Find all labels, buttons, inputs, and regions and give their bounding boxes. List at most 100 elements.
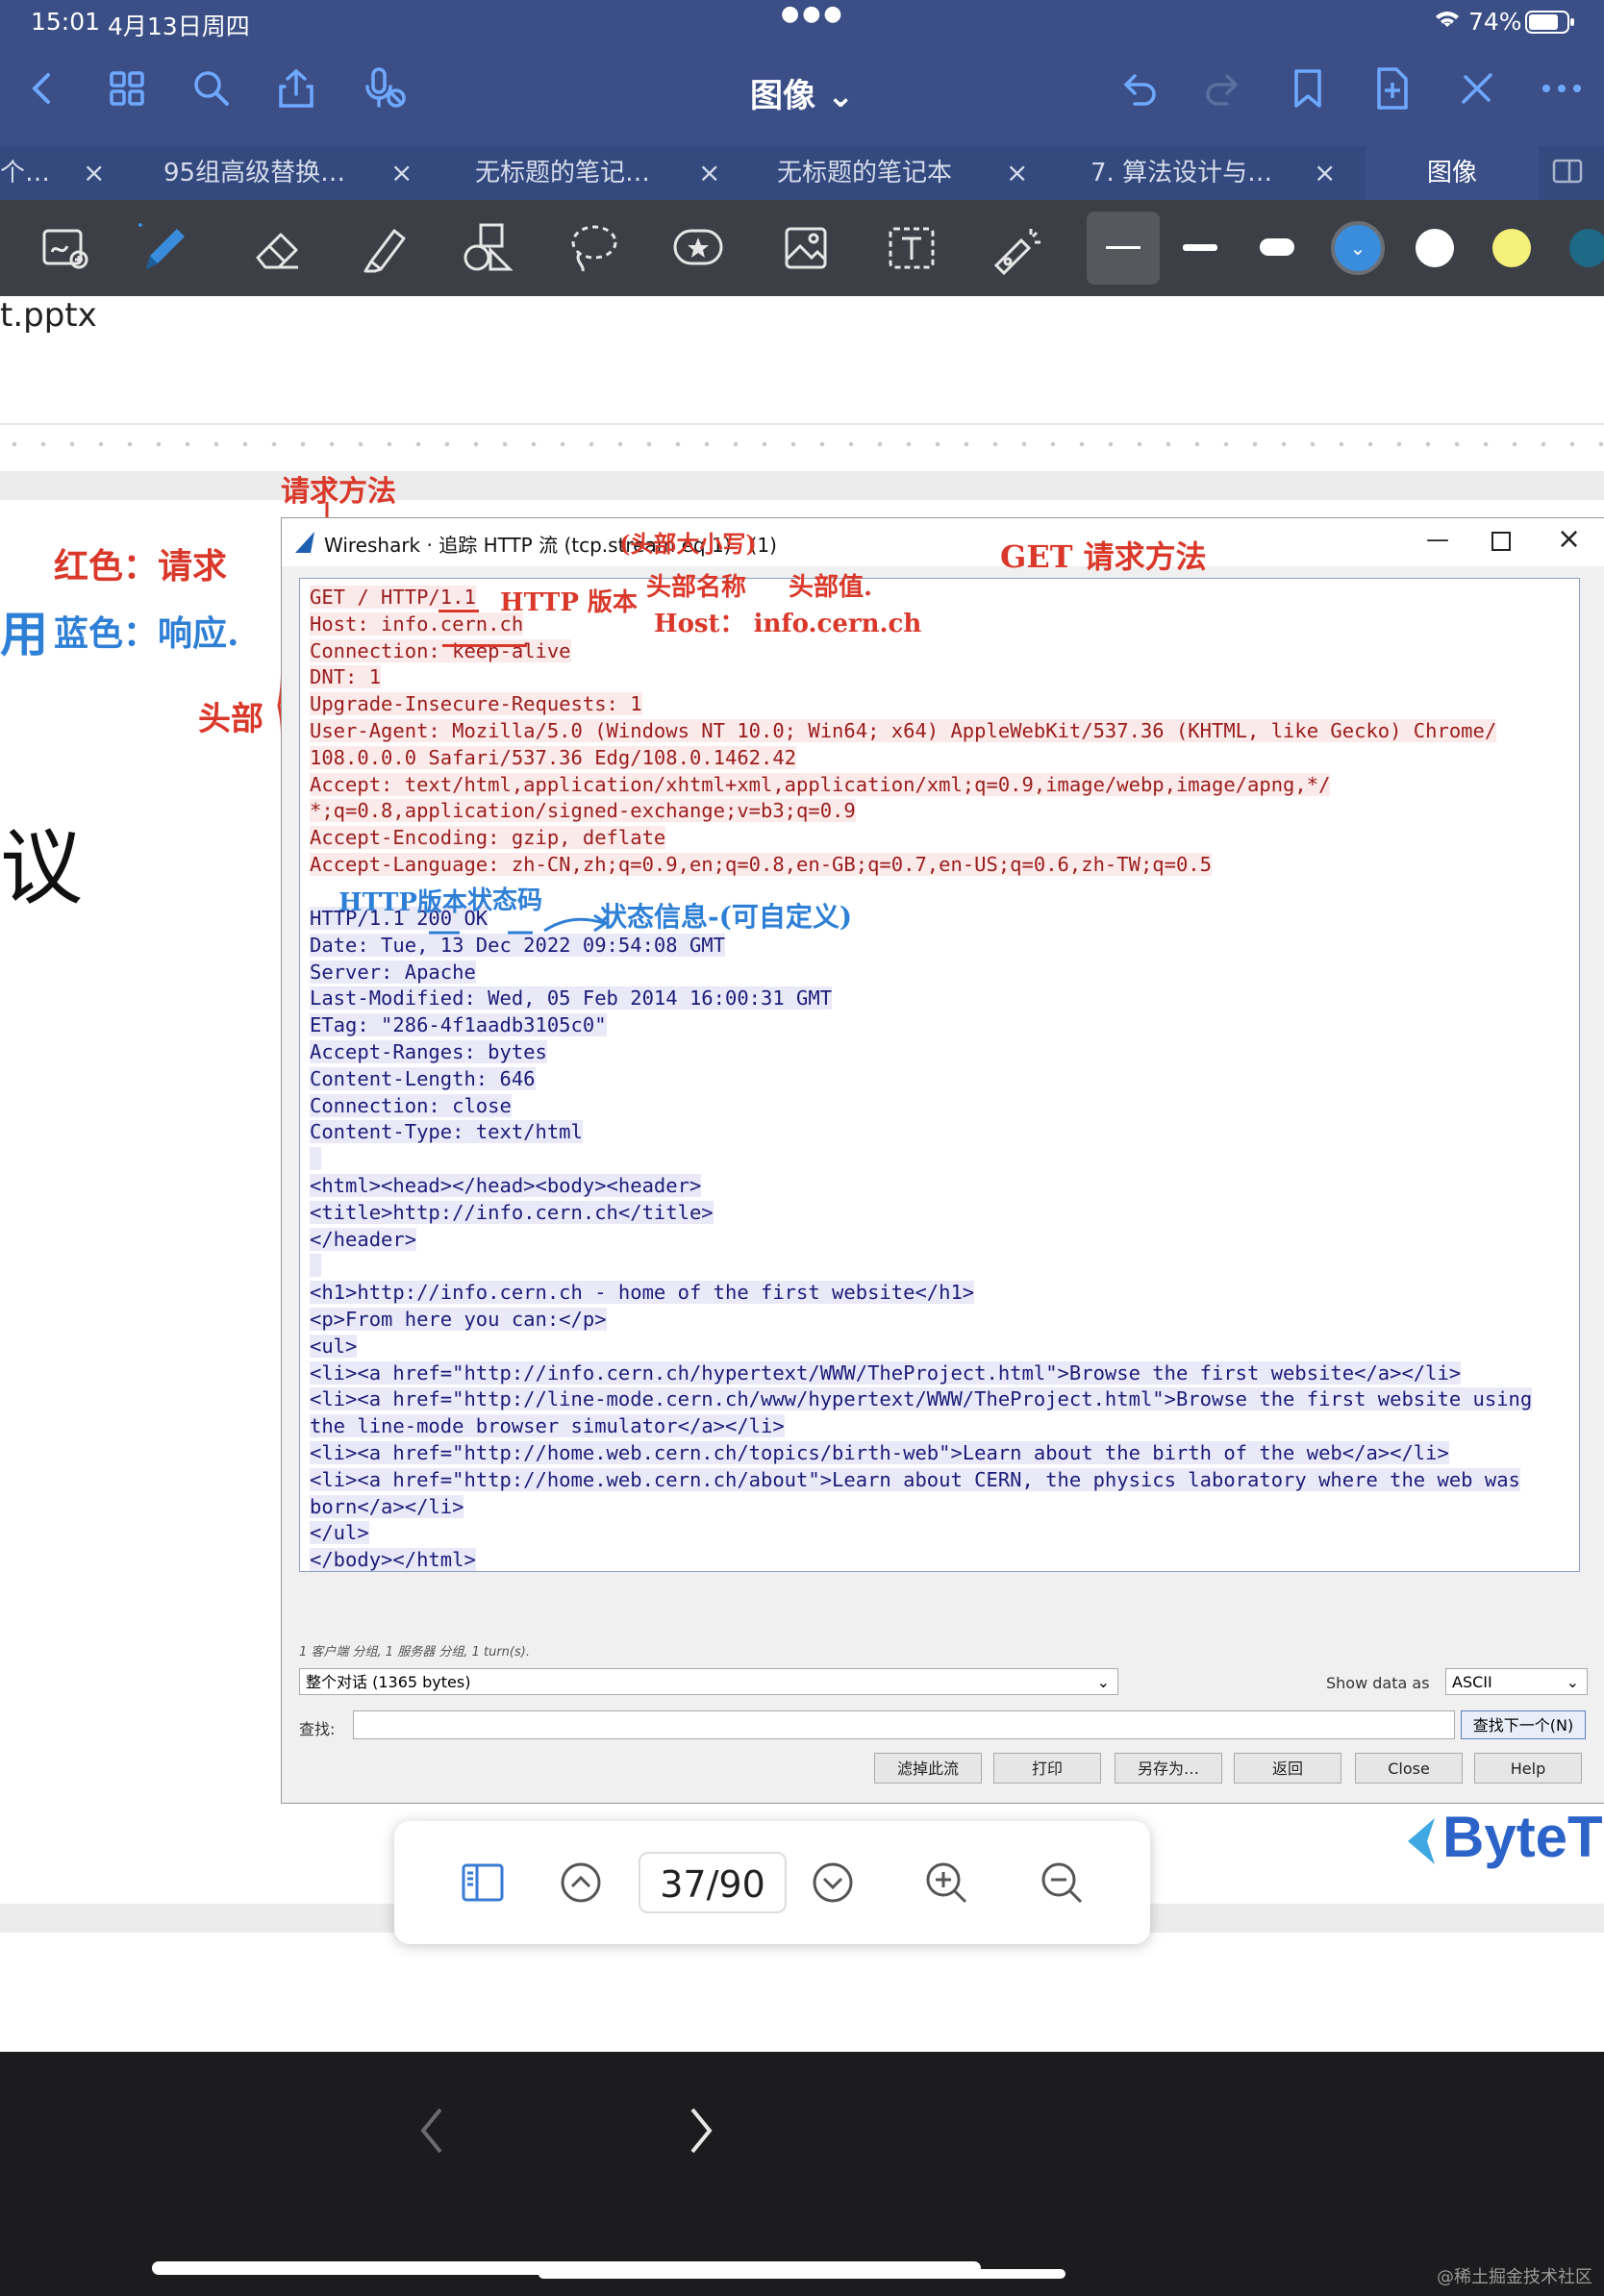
response-line: <h1>http://info.cern.ch - home of the fi… <box>310 1281 975 1305</box>
tab-5[interactable]: 7. 算法设计与… <box>1090 146 1283 200</box>
redo-icon[interactable] <box>1198 63 1248 113</box>
previous-page-icon[interactable] <box>414 2102 452 2163</box>
zoom-out-icon[interactable] <box>1035 1856 1089 1909</box>
response-text-block: HTTP/1.1 200 OK Date: Tue, 13 Dec 2022 09… <box>310 906 1533 1574</box>
highlighter-icon[interactable] <box>354 217 415 279</box>
response-line: </header> <box>310 1227 417 1251</box>
text-tool-icon[interactable] <box>881 217 942 279</box>
back-button[interactable]: 返回 <box>1234 1753 1341 1784</box>
print-button[interactable]: 打印 <box>993 1753 1101 1784</box>
zoom-window-icon[interactable] <box>35 217 96 279</box>
save-as-button[interactable]: 另存为… <box>1115 1753 1222 1784</box>
lasso-icon[interactable] <box>562 217 623 279</box>
tab-3[interactable]: 无标题的笔记… <box>475 146 667 200</box>
pen-tool-icon[interactable] <box>133 217 194 279</box>
laser-pointer-icon[interactable] <box>985 217 1046 279</box>
annotation-http-version-red: HTTP 版本 <box>500 588 638 617</box>
status-bar: 15:01 4月13日周四 ●●● 74% <box>0 0 1604 44</box>
find-input[interactable] <box>353 1710 1455 1739</box>
page-up-icon[interactable] <box>554 1856 608 1909</box>
color-blue-selected-button[interactable]: ⌄ <box>1331 221 1385 275</box>
response-line: born</a></li> <box>310 1494 464 1518</box>
tab-6-active[interactable]: 图像 <box>1366 146 1539 200</box>
response-line: the line-mode browser simulator</a></li> <box>310 1414 785 1438</box>
tab-4[interactable]: 无标题的笔记本 <box>777 146 969 200</box>
response-line: <li><a href="http://line-mode.cern.ch/ww… <box>310 1387 1533 1411</box>
show-data-label: Show data as <box>1326 1674 1430 1692</box>
color-teal-button[interactable] <box>1569 229 1604 267</box>
page-divider <box>0 423 1604 425</box>
add-page-icon[interactable] <box>1367 63 1417 113</box>
stroke-thin-button[interactable] <box>1087 212 1160 285</box>
minimize-icon[interactable]: — <box>1426 526 1449 553</box>
color-yellow-button[interactable] <box>1492 229 1531 267</box>
page-navigation-popup: 37/90 <box>394 1821 1150 1944</box>
response-line: </ul> <box>310 1521 369 1545</box>
page-down-icon[interactable] <box>806 1856 860 1909</box>
annotation-host-example: Host： info.cern.ch <box>654 610 922 638</box>
share-icon[interactable] <box>271 63 321 113</box>
zoom-in-icon[interactable] <box>919 1856 973 1909</box>
eraser-icon[interactable] <box>246 217 308 279</box>
drawing-toolbar: ⌄ <box>0 200 1604 296</box>
bookmark-icon[interactable] <box>1283 63 1333 113</box>
microphone-off-icon[interactable] <box>360 63 410 113</box>
tab-close-icon[interactable]: × <box>698 146 720 200</box>
search-icon[interactable] <box>187 63 237 113</box>
sticker-icon[interactable] <box>667 217 729 279</box>
tab-close-icon[interactable]: × <box>390 146 413 200</box>
document-title-dropdown[interactable]: 图像 ⌄ <box>750 69 854 116</box>
encoding-select[interactable]: ASCII ⌄ <box>1445 1668 1588 1695</box>
response-line: ETag: "286-4f1aadb3105c0" <box>310 1013 607 1037</box>
tab-close-icon[interactable]: × <box>1006 146 1028 200</box>
response-line: <html><head></head><body><header> <box>310 1173 702 1197</box>
close-pen-mode-icon[interactable] <box>1452 63 1502 113</box>
help-button[interactable]: Help <box>1474 1753 1582 1784</box>
find-label: 查找: <box>299 1720 336 1738</box>
undo-icon[interactable] <box>1114 63 1164 113</box>
logo-text: ByteT <box>1442 1805 1603 1869</box>
annotation-head-label: 头部 <box>198 700 263 738</box>
tab-2[interactable]: 95组高级替换… <box>163 146 356 200</box>
response-line: <li><a href="http://info.cern.ch/hyperte… <box>310 1360 1462 1385</box>
annotation-case-note: (头部大小写) <box>619 530 757 558</box>
annotation-get-method: GET 请求方法 <box>1000 538 1207 575</box>
response-line: <li><a href="http://home.web.cern.ch/top… <box>310 1440 1449 1464</box>
conversation-select[interactable]: 整个对话 (1365 bytes) ⌄ <box>299 1668 1118 1695</box>
grid-view-icon[interactable] <box>102 63 152 113</box>
home-indicator[interactable] <box>539 2269 1065 2279</box>
request-line: User-Agent: Mozilla/5.0 (Windows NT 10.0… <box>310 718 1497 742</box>
more-options-icon[interactable] <box>1537 63 1587 113</box>
tab-close-icon[interactable]: × <box>83 146 105 200</box>
page-number-field[interactable]: 37/90 <box>639 1852 787 1913</box>
multitask-dots-icon[interactable]: ●●● <box>781 2 845 26</box>
stream-content-area[interactable]: GET / HTTP/1.1 Host: info.cern.ch Connecti… <box>299 578 1580 1572</box>
find-next-button[interactable]: 查找下一个(N) <box>1461 1710 1586 1739</box>
stroke-medium-button[interactable] <box>1183 244 1217 251</box>
annotation-header-name: 头部名称 <box>646 573 747 602</box>
close-button[interactable]: Close <box>1355 1753 1463 1784</box>
wireshark-follow-stream-window: Wireshark · 追踪 HTTP 流 (tcp.stream eq 1) … <box>281 517 1604 1804</box>
response-line <box>310 1146 1532 1173</box>
response-line: <p>From here you can:</p> <box>310 1307 607 1331</box>
split-view-icon[interactable] <box>1552 144 1587 198</box>
tab-close-icon[interactable]: × <box>1314 146 1336 200</box>
next-page-icon[interactable] <box>681 2102 719 2163</box>
maximize-icon[interactable] <box>1491 532 1511 551</box>
response-line <box>310 1253 1532 1280</box>
stroke-thick-button[interactable] <box>1260 238 1294 256</box>
annotation-request-method: 请求方法 <box>281 475 396 509</box>
filter-out-stream-button[interactable]: 滤掉此流 <box>874 1753 982 1784</box>
color-white-button[interactable] <box>1416 229 1454 267</box>
close-icon[interactable]: × <box>1557 522 1581 556</box>
conversation-select-value: 整个对话 (1365 bytes) <box>306 1673 471 1691</box>
shapes-icon[interactable] <box>458 217 519 279</box>
annotation-blue-meaning: 蓝色：响应. <box>54 613 239 654</box>
image-insert-icon[interactable] <box>775 217 837 279</box>
sidebar-toggle-icon[interactable] <box>456 1856 510 1909</box>
slide-gap <box>0 471 1604 500</box>
request-line: DNT: 1 <box>310 665 382 689</box>
back-icon[interactable] <box>17 63 67 113</box>
tab-1[interactable]: 个… <box>0 146 50 200</box>
previous-page-filename: t.pptx <box>0 296 97 335</box>
